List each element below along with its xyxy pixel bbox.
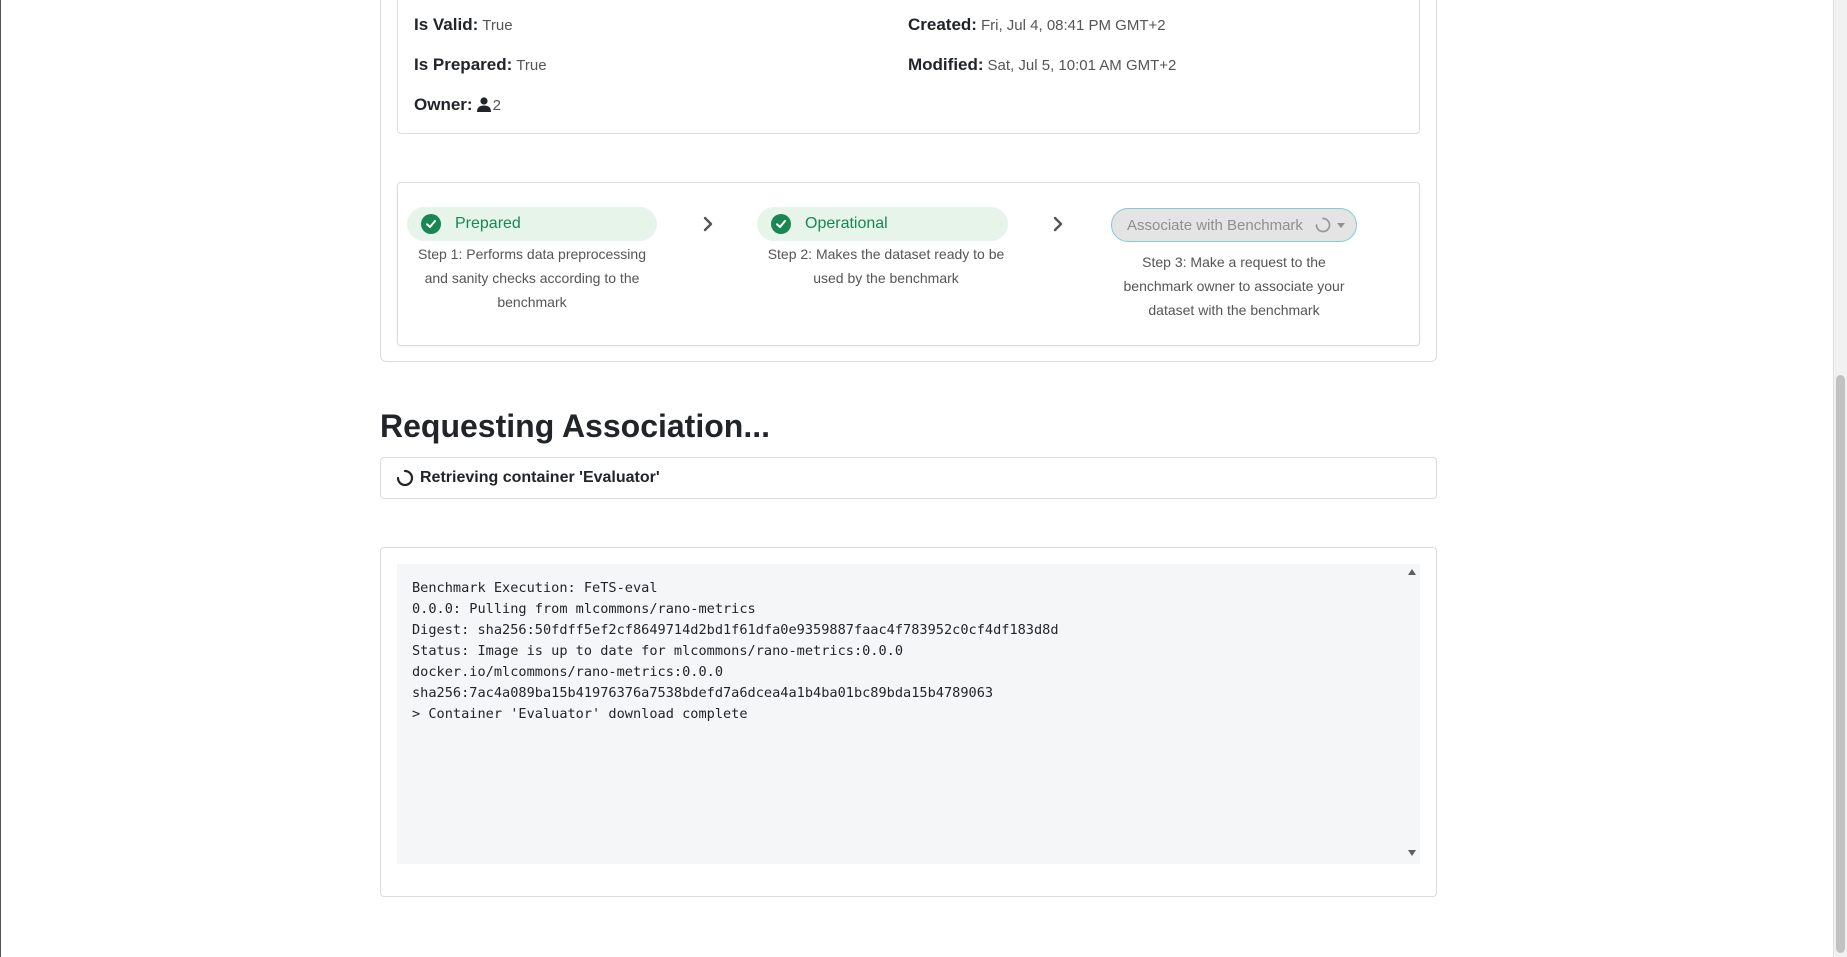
- status-panel: Retrieving container 'Evaluator': [380, 457, 1437, 499]
- is-valid-field: Is Valid: True: [414, 15, 513, 35]
- chevron-right-icon: [1053, 216, 1063, 232]
- step-operational-label: Operational: [805, 215, 888, 232]
- created-label: Created:: [908, 15, 977, 34]
- step-operational-badge: Operational: [757, 207, 1008, 241]
- step-2-description: Step 2: Makes the dataset ready to be us…: [767, 246, 1005, 286]
- log-scrollbar[interactable]: [1406, 564, 1420, 864]
- scroll-up-arrow-icon[interactable]: [1408, 569, 1416, 575]
- is-valid-value: True: [482, 17, 513, 34]
- modified-label: Modified:: [908, 55, 984, 74]
- chevron-right-icon: [703, 216, 713, 232]
- step-3-description: Step 3: Make a request to the benchmark …: [1123, 254, 1345, 318]
- page-scrollbar-thumb[interactable]: [1836, 375, 1845, 953]
- step-prepared-label: Prepared: [455, 215, 521, 232]
- created-value: Fri, Jul 4, 08:41 PM GMT+2: [980, 17, 1166, 34]
- owner-label: Owner:: [414, 95, 473, 114]
- modified-value: Sat, Jul 5, 10:01 AM GMT+2: [987, 57, 1177, 74]
- spinner-icon: [396, 469, 414, 487]
- spinner-icon: [1315, 217, 1331, 233]
- associate-with-benchmark-button[interactable]: Associate with Benchmark: [1111, 208, 1357, 242]
- caret-down-icon: [1336, 222, 1345, 228]
- check-circle-icon: [771, 214, 791, 234]
- window-edge: [0, 0, 1, 957]
- step-prepared-badge: Prepared: [407, 207, 657, 241]
- is-prepared-label: Is Prepared:: [414, 55, 513, 74]
- scroll-down-arrow-icon[interactable]: [1408, 850, 1416, 856]
- page-scrollbar[interactable]: [1833, 0, 1847, 957]
- owner-field: Owner: 2: [414, 95, 501, 116]
- modified-field: Modified: Sat, Jul 5, 10:01 AM GMT+2: [908, 55, 1176, 75]
- user-icon: [476, 97, 491, 116]
- check-circle-icon: [421, 214, 441, 234]
- status-text: Retrieving container 'Evaluator': [420, 469, 660, 486]
- created-field: Created: Fri, Jul 4, 08:41 PM GMT+2: [908, 15, 1166, 35]
- owner-value: 2: [492, 97, 501, 114]
- log-text: Benchmark Execution: FeTS-eval 0.0.0: Pu…: [412, 580, 1059, 722]
- associate-button-label: Associate with Benchmark: [1127, 216, 1303, 234]
- is-prepared-value: True: [516, 57, 547, 74]
- section-title: Requesting Association...: [380, 408, 770, 444]
- is-valid-label: Is Valid:: [414, 15, 479, 34]
- is-prepared-field: Is Prepared: True: [414, 55, 547, 75]
- step-1-description: Step 1: Performs data preprocessing and …: [417, 246, 646, 310]
